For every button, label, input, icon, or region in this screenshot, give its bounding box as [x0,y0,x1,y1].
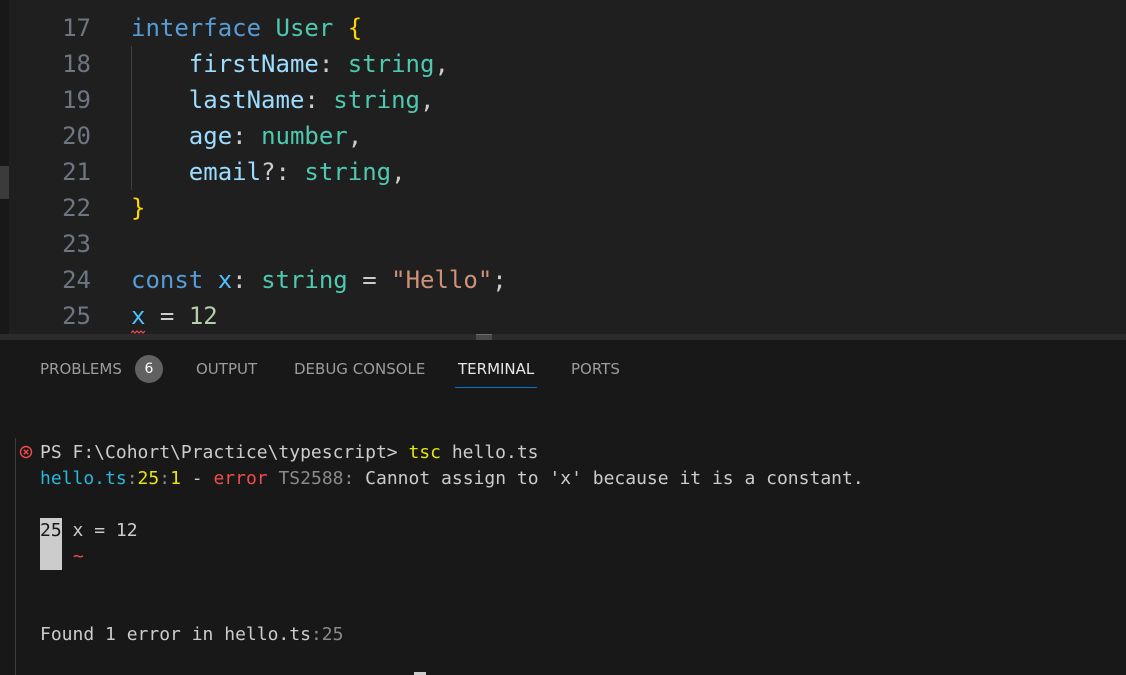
error-line-number: 25 [137,468,160,489]
code-editor[interactable]: 17 interface User {18 firstName: string, 1… [0,0,1126,334]
code-token: : [304,86,334,114]
terminal-command-line: PS F:\Cohort\Practice\typescript> tsc he… [40,440,539,466]
code-token: , [434,50,449,78]
command-decoration-bar [15,438,16,675]
code-token: } [131,194,146,222]
summary-text: Found 1 error in hello.ts [40,624,311,645]
code-token: age [188,122,233,150]
line-content: x = 12 [131,298,218,334]
error-code: TS2588: [278,468,355,489]
line-number: 20 [62,122,91,150]
code-token: : [232,266,262,294]
terminal-command: tsc [408,442,441,463]
code-token: x [131,302,146,330]
snippet-gutter-blank [40,542,62,570]
error-circle-icon[interactable] [18,444,34,460]
code-token: "Hello" [391,266,493,294]
code-line[interactable]: 24 const x: string = "Hello"; [0,262,1126,298]
code-token: ?: [261,158,305,186]
code-token: number [261,122,348,150]
code-token: , [391,158,406,186]
line-content: const x: string = "Hello"; [131,262,507,298]
error-col-number: 1 [170,468,181,489]
line-number: 23 [62,230,91,258]
code-line[interactable]: 22} [0,190,1126,226]
tab-ports[interactable]: PORTS [571,360,620,378]
code-token: firstName [188,50,319,78]
code-token: = [145,302,189,330]
code-token: string [333,86,420,114]
terminal-command-arg: hello.ts [451,442,539,463]
tab-terminal[interactable]: TERMINAL [458,360,534,378]
line-number: 18 [62,50,91,78]
code-token: = [347,266,392,294]
line-content: } [131,190,145,226]
code-token: const [131,266,204,294]
snippet-error-marker: ~ [73,546,84,567]
error-file-link[interactable]: hello.ts [40,468,127,489]
terminal-summary-line: Found 1 error in hello.ts:25 [40,622,343,648]
code-token: string [261,266,348,294]
terminal-marker-line: ~ [73,544,84,570]
summary-location: :25 [310,624,344,645]
code-token: { [347,14,363,42]
line-number: 25 [62,302,91,330]
line-content: firstName: string, [131,46,449,82]
line-number: 17 [62,14,91,42]
active-tab-indicator [455,387,537,388]
code-line[interactable]: 23 [0,226,1126,262]
line-content: email?: string, [131,154,406,190]
panel-tab-bar: PROBLEMS 6 OUTPUT DEBUG CONSOLE TERMINAL… [0,340,1126,396]
code-token: : [232,122,262,150]
terminal-snippet-line: 25 x = 12 [40,518,138,544]
line-content: interface User { [131,10,362,46]
bottom-panel: PROBLEMS 6 OUTPUT DEBUG CONSOLE TERMINAL… [0,340,1126,675]
code-line[interactable]: 25 x = 12 [0,298,1126,334]
code-line[interactable]: 18 firstName: string, [0,46,1126,82]
code-token: interface [131,14,262,42]
code-line[interactable]: 17 interface User { [0,10,1126,46]
code-token: 12 [188,302,218,330]
line-content: age: number, [131,118,362,154]
line-content: lastName: string, [131,82,435,118]
tab-output[interactable]: OUTPUT [196,360,257,378]
code-token: : [318,50,348,78]
snippet-line-number: 25 [40,518,62,544]
code-token: lastName [188,86,305,114]
code-line[interactable]: 20 age: number, [0,118,1126,154]
terminal-prompt: PS F:\Cohort\Practice\typescript> [40,442,398,463]
problems-count-badge: 6 [135,355,163,383]
line-number: 22 [62,194,91,222]
line-number: 21 [62,158,91,186]
terminal-error-line: hello.ts:25:1 - error TS2588: Cannot ass… [40,468,864,489]
code-line[interactable]: 19 lastName: string, [0,82,1126,118]
line-number: 24 [62,266,91,294]
code-token: User [275,14,334,42]
code-line[interactable]: 21 email?: string, [0,154,1126,190]
code-token: email [188,158,262,186]
error-severity: error [213,468,268,489]
snippet-code: x = 12 [72,520,138,541]
code-token: string [347,50,435,78]
code-token: ; [492,266,507,294]
code-token: x [217,266,233,294]
error-message: Cannot assign to 'x' because it is a con… [365,468,864,489]
terminal-view[interactable]: PS F:\Cohort\Practice\typescript> tsc he… [0,396,1126,675]
tab-problems[interactable]: PROBLEMS [40,360,122,378]
tab-debug-console[interactable]: DEBUG CONSOLE [294,360,425,378]
code-token: string [304,158,392,186]
line-number: 19 [62,86,91,114]
code-token: , [420,86,435,114]
code-token: , [347,122,363,150]
